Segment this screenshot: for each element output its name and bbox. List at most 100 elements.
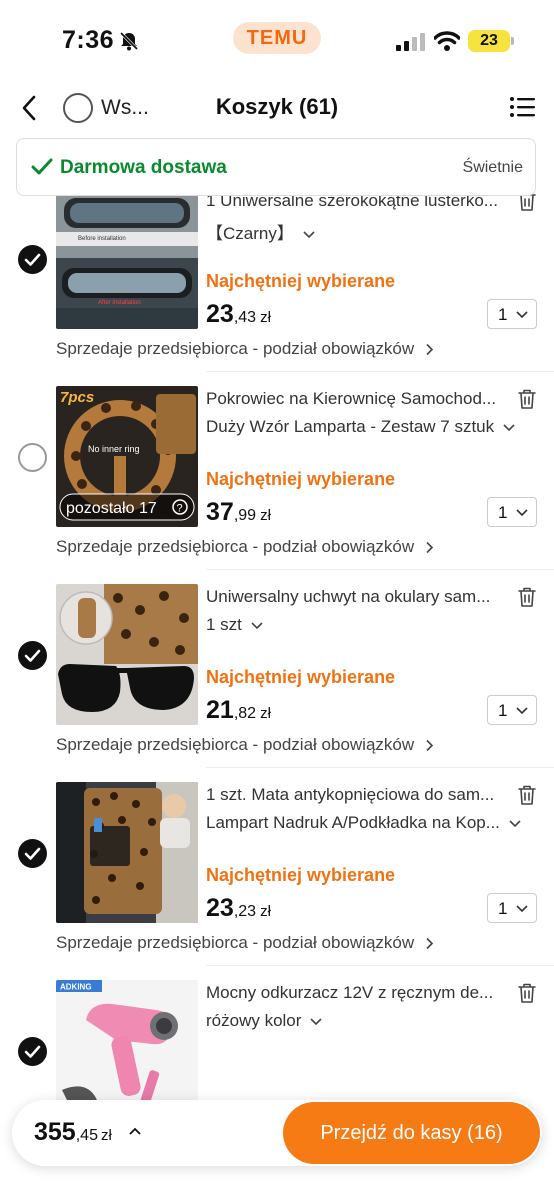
chevron-down-icon	[509, 819, 521, 827]
svg-text:After installation: After installation	[98, 300, 141, 306]
product-variant-select[interactable]: 1 szt	[206, 615, 264, 635]
price-integer: 37	[206, 498, 234, 526]
svg-text:?: ?	[177, 503, 183, 515]
chevron-down-icon	[516, 905, 528, 913]
cart-item: Uniwersalny uchwyt na okulary sam... 1 s…	[0, 570, 554, 768]
seller-info-link[interactable]: Sprzedaje przedsiębiorca - podział obowi…	[56, 537, 434, 557]
product-title[interactable]: Pokrowiec na Kierownicę Samochod...	[206, 389, 506, 409]
bestseller-badge: Najchętniej wybierane	[206, 469, 396, 489]
status-time: 7:36	[62, 26, 115, 54]
item-checkbox[interactable]	[18, 245, 47, 274]
price-currency: zł	[260, 705, 271, 722]
product-price: 23,23 zł	[206, 894, 271, 923]
variant-label: 【Czarny】	[206, 224, 294, 243]
seller-info-link[interactable]: Sprzedaje przedsiębiorca - podział obowi…	[56, 339, 434, 359]
seller-info-link[interactable]: Sprzedaje przedsiębiorca - podział obowi…	[56, 933, 434, 953]
trash-icon[interactable]	[518, 587, 536, 607]
price-decimal: ,43	[233, 309, 257, 326]
battery-tip	[511, 37, 514, 45]
list-menu-icon[interactable]	[509, 95, 535, 119]
item-checkbox[interactable]	[18, 443, 47, 472]
quantity-select[interactable]: 1	[487, 497, 537, 527]
bestseller-badge: Najchętniej wybierane	[206, 865, 396, 885]
chevron-right-icon	[426, 343, 434, 356]
chevron-right-icon	[426, 937, 434, 950]
chevron-down-icon	[516, 707, 528, 715]
cart-item: 1 szt. Mata antykopnięciowa do sam... La…	[0, 768, 554, 966]
wifi-icon	[434, 31, 460, 51]
product-image-sunglasses-holder[interactable]	[56, 584, 198, 725]
checkmark-icon	[24, 1045, 41, 1058]
svg-text:ADKING: ADKING	[60, 983, 92, 992]
free-shipping-status: Świetnie	[462, 159, 523, 176]
price-currency: zł	[260, 507, 271, 524]
item-checkbox[interactable]	[18, 839, 47, 868]
check-icon	[31, 158, 53, 175]
quantity-value: 1	[498, 305, 508, 324]
product-variant-select[interactable]: Lampart Nadruk A/Podkładka na Kop...	[206, 813, 522, 833]
cart-item: 7pcs No inner ring pozostało 17 ? Pokrow…	[0, 372, 554, 570]
quantity-select[interactable]: 1	[487, 299, 537, 329]
product-image-mirror[interactable]: Before installation After installation	[56, 188, 198, 329]
checkmark-icon	[24, 847, 41, 860]
quantity-value: 1	[498, 899, 508, 918]
total-currency: zł	[100, 1127, 112, 1144]
seller-label: Sprzedaje przedsiębiorca - podział obowi…	[56, 537, 415, 556]
checkout-button[interactable]: Przejdź do kasy (16)	[283, 1102, 540, 1164]
quantity-value: 1	[498, 701, 508, 720]
item-checkbox[interactable]	[18, 641, 47, 670]
price-integer: 23	[206, 894, 234, 922]
chevron-right-icon	[426, 739, 434, 752]
product-variant-select[interactable]: 【Czarny】	[206, 219, 316, 244]
cart-header: Ws... Koszyk (61)	[0, 80, 554, 136]
product-price: 23,43 zł	[206, 300, 271, 329]
trash-icon[interactable]	[518, 389, 536, 409]
battery-indicator: 23	[468, 30, 510, 52]
price-decimal: ,23	[233, 903, 257, 920]
svg-text:Before installation: Before installation	[78, 236, 126, 242]
free-shipping-banner: Darmowa dostawa Świetnie	[16, 138, 536, 196]
page-title: Koszyk (61)	[215, 94, 339, 119]
quantity-select[interactable]: 1	[487, 893, 537, 923]
product-image-kick-mat[interactable]	[56, 782, 198, 923]
status-bar: 7:36 TEMU 23	[0, 0, 554, 80]
product-image-steering-cover[interactable]: 7pcs No inner ring pozostało 17 ?	[56, 386, 198, 527]
product-title[interactable]: Mocny odkurzacz 12V z ręcznym de...	[206, 983, 506, 1003]
chevron-down-icon	[303, 230, 315, 238]
seller-label: Sprzedaje przedsiębiorca - podział obowi…	[56, 933, 415, 952]
quantity-value: 1	[498, 503, 508, 522]
total-integer: 355	[34, 1118, 76, 1146]
cellular-signal-icon	[396, 33, 425, 51]
seller-label: Sprzedaje przedsiębiorca - podział obowi…	[56, 339, 415, 358]
product-title[interactable]: 1 szt. Mata antykopnięciowa do sam...	[206, 785, 506, 805]
variant-label: różowy kolor	[206, 1011, 302, 1030]
price-integer: 23	[206, 300, 234, 328]
product-variant-select[interactable]: różowy kolor	[206, 1011, 323, 1031]
chevron-down-icon	[251, 621, 263, 629]
total-decimal: ,45	[75, 1127, 98, 1144]
seller-label: Sprzedaje przedsiębiorca - podział obowi…	[56, 735, 415, 754]
seller-info-link[interactable]: Sprzedaje przedsiębiorca - podział obowi…	[56, 735, 434, 755]
bestseller-badge: Najchętniej wybierane	[206, 271, 396, 291]
bestseller-badge: Najchętniej wybierane	[206, 667, 396, 687]
product-title[interactable]: Uniwersalny uchwyt na okulary sam...	[206, 587, 506, 607]
chevron-down-icon	[310, 1017, 322, 1025]
chevron-up-icon[interactable]	[128, 1126, 142, 1136]
variant-label: 1 szt	[206, 615, 242, 634]
quantity-select[interactable]: 1	[487, 695, 537, 725]
bell-muted-icon	[119, 31, 139, 51]
chevron-down-icon	[503, 423, 515, 431]
product-price: 37,99 zł	[206, 498, 271, 527]
product-variant-select[interactable]: Duży Wzór Lamparta - Zestaw 7 sztuk	[206, 417, 516, 437]
price-integer: 21	[206, 696, 234, 724]
item-checkbox[interactable]	[18, 1037, 47, 1066]
checkmark-icon	[24, 253, 41, 266]
checkout-bar: 355,45 zł Przejdź do kasy (16)	[12, 1100, 542, 1166]
chevron-down-icon	[516, 311, 528, 319]
cart-total[interactable]: 355,45 zł	[34, 1118, 112, 1147]
stock-left-label: pozostało 17	[66, 500, 157, 517]
trash-icon[interactable]	[518, 983, 536, 1003]
checkmark-icon	[24, 649, 41, 662]
product-price: 21,82 zł	[206, 696, 271, 725]
trash-icon[interactable]	[518, 785, 536, 805]
